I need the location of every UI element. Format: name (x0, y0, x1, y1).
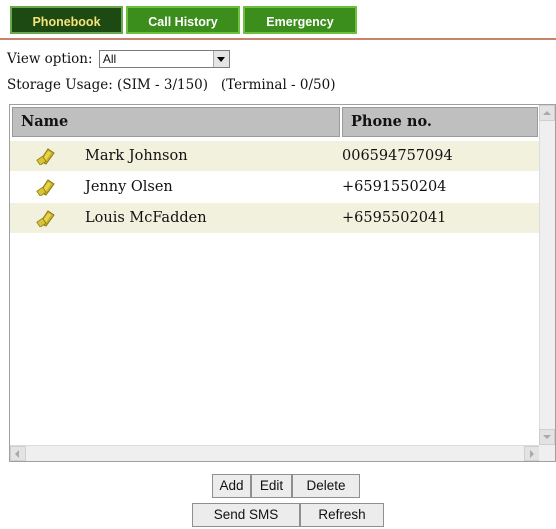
add-button[interactable]: Add (212, 474, 251, 498)
storage-usage: Storage Usage: (SIM - 3/150) (Terminal -… (7, 77, 336, 93)
view-option: View option: All (7, 50, 230, 68)
view-option-select[interactable]: All (98, 50, 230, 68)
sim-card-icon (36, 179, 55, 196)
column-header-name[interactable]: Name (12, 107, 340, 137)
scroll-left-icon[interactable] (10, 446, 26, 461)
scroll-right-icon[interactable] (524, 446, 540, 461)
view-option-label: View option: (7, 51, 93, 67)
horizontal-scrollbar[interactable] (10, 445, 540, 461)
contact-name: Jenny Olsen (85, 179, 173, 195)
delete-button[interactable]: Delete (292, 474, 360, 498)
tab-call-history[interactable]: Call History (126, 6, 240, 34)
table-row[interactable]: Jenny Olsen +6591550204 (10, 172, 540, 202)
dropdown-arrow-icon[interactable] (212, 51, 229, 67)
table-header: Name Phone no. (10, 105, 540, 139)
scrollbar-corner (539, 445, 555, 461)
contact-phone: 006594757094 (342, 148, 453, 164)
contact-name: Mark Johnson (85, 148, 188, 164)
contact-phone: +6591550204 (342, 179, 447, 195)
refresh-button[interactable]: Refresh (300, 503, 384, 527)
scroll-up-icon[interactable] (539, 105, 555, 121)
table-row[interactable]: Mark Johnson 006594757094 (10, 141, 540, 171)
send-sms-button[interactable]: Send SMS (192, 503, 300, 527)
tab-emergency[interactable]: Emergency (243, 6, 357, 34)
tab-phonebook[interactable]: Phonebook (10, 6, 123, 34)
phonebook-table: Name Phone no. Mark Johnson 006594757094… (9, 104, 556, 462)
tab-bar: Phonebook Call History Emergency (0, 0, 556, 40)
contact-name: Louis McFadden (85, 210, 207, 226)
view-option-value: All (102, 52, 117, 66)
sim-card-icon (36, 148, 55, 165)
table-row[interactable]: Louis McFadden +6595502041 (10, 203, 540, 233)
sim-card-icon (36, 210, 55, 227)
vertical-scrollbar[interactable] (539, 105, 555, 445)
scroll-down-icon[interactable] (539, 429, 555, 445)
contact-phone: +6595502041 (342, 210, 447, 226)
tab-underline (0, 38, 556, 40)
column-header-phone[interactable]: Phone no. (342, 107, 538, 137)
edit-button[interactable]: Edit (251, 474, 292, 498)
